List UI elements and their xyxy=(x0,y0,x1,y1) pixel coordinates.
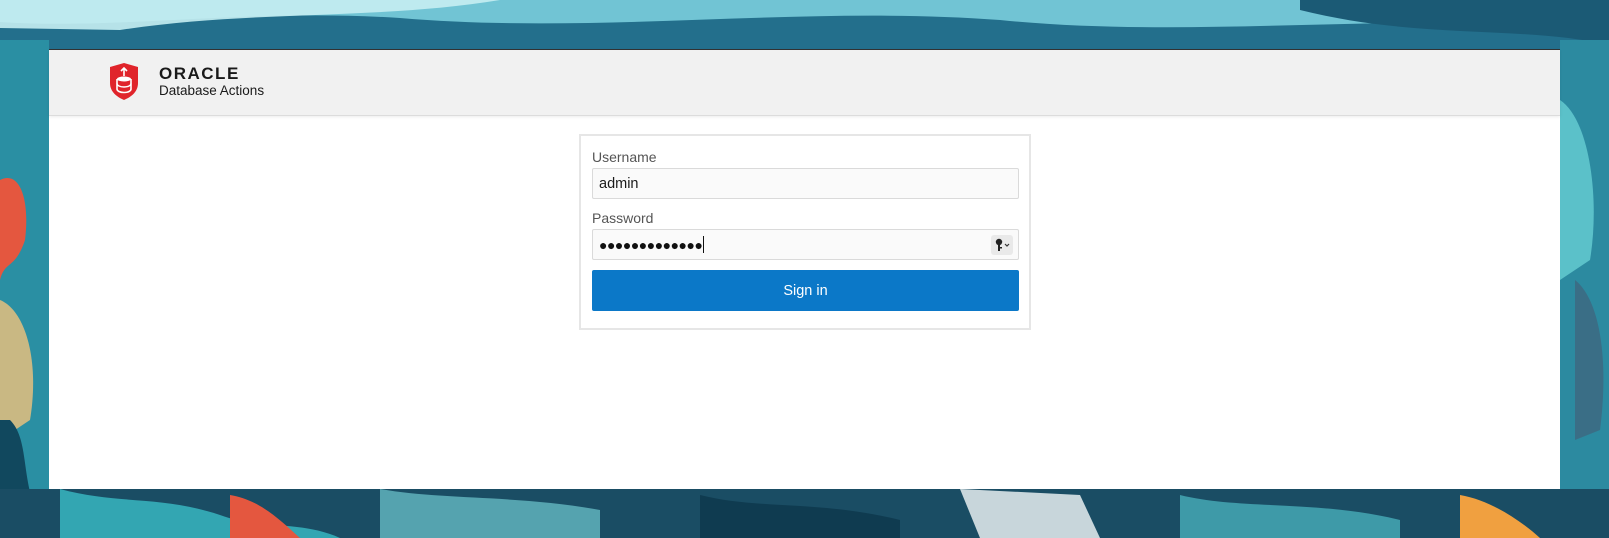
product-name: Database Actions xyxy=(159,83,265,98)
oracle-database-shield-icon xyxy=(108,62,140,101)
key-icon[interactable] xyxy=(991,235,1013,255)
password-input[interactable]: ●●●●●●●●●●●●● xyxy=(592,229,1019,260)
username-input[interactable] xyxy=(592,168,1019,199)
app-header: ORACLE Database Actions xyxy=(49,50,1560,116)
app-window: ORACLE Database Actions Username Passwor… xyxy=(49,49,1560,489)
password-masked-value: ●●●●●●●●●●●●● xyxy=(599,236,705,253)
text-caret xyxy=(703,236,705,253)
password-label: Password xyxy=(592,210,654,226)
sign-in-button[interactable]: Sign in xyxy=(592,270,1019,311)
username-label: Username xyxy=(592,149,657,165)
brand-name: ORACLE xyxy=(159,64,240,83)
login-card: Username Password ●●●●●●●●●●●●● Sign in xyxy=(579,134,1031,330)
